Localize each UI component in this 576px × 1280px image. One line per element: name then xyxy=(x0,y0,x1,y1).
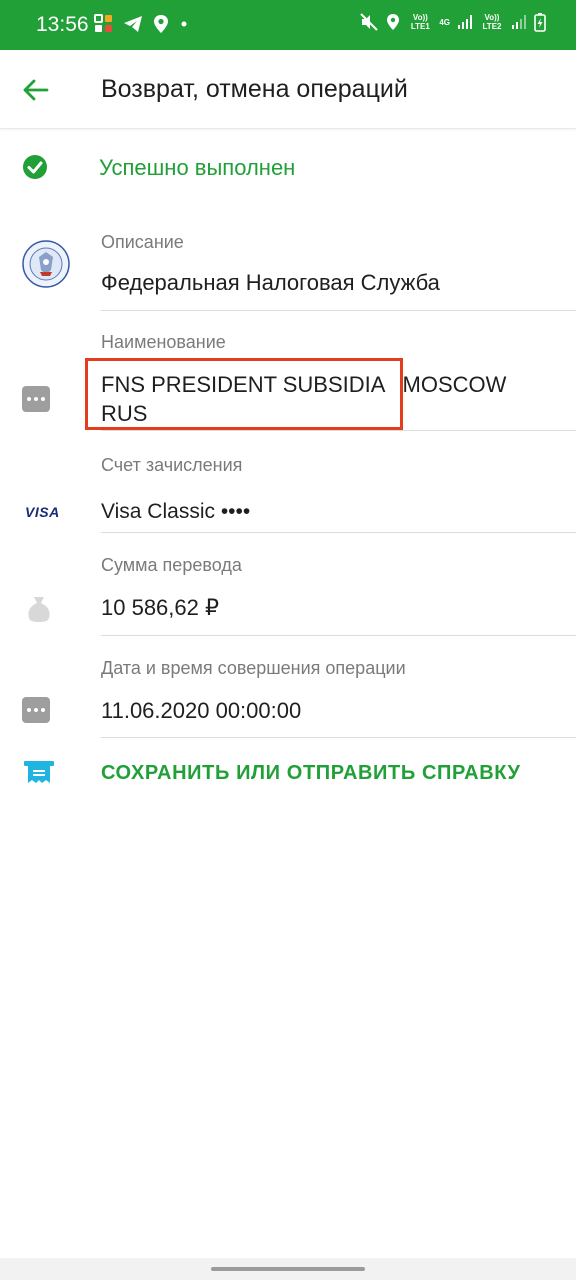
field-description: Описание Федеральная Налоговая Служба xyxy=(0,226,576,312)
field-value: Федеральная Налоговая Служба xyxy=(101,270,440,295)
lte1-label: Vo)) LTE1 xyxy=(410,13,430,31)
page-title: Возврат, отмена операций xyxy=(101,75,408,103)
signal-icon xyxy=(512,15,526,29)
divider xyxy=(101,635,576,636)
field-value: 10 586,62 ₽ xyxy=(101,595,219,620)
save-or-send-receipt-button[interactable]: СОХРАНИТЬ ИЛИ ОТПРАВИТЬ СПРАВКУ xyxy=(0,752,576,796)
notification-icons xyxy=(94,14,189,34)
mute-icon xyxy=(360,13,379,31)
receipt-icon xyxy=(24,761,54,783)
money-bag-icon xyxy=(26,595,52,628)
field-label: Сумма перевода xyxy=(101,555,242,575)
field-amount: Сумма перевода 10 586,62 ₽ xyxy=(0,553,576,637)
dots-icon xyxy=(22,697,50,723)
divider xyxy=(101,737,576,738)
check-circle-icon xyxy=(23,155,47,179)
status-bar: 13:56 Vo)) LTE1 4G Vo)) LTE2 xyxy=(0,0,576,50)
divider xyxy=(101,430,576,431)
app-bar: Возврат, отмена операций xyxy=(0,50,576,129)
arrow-left-icon xyxy=(23,79,49,101)
4g-label: 4G xyxy=(439,17,450,27)
status-time: 13:56 xyxy=(36,13,89,36)
save-or-send-receipt-label: СОХРАНИТЬ ИЛИ ОТПРАВИТЬ СПРАВКУ xyxy=(101,762,521,784)
status-text: Успешно выполнен xyxy=(99,155,296,180)
location-pin-icon xyxy=(154,15,168,33)
system-nav-bar xyxy=(0,1258,576,1280)
field-value: Visa Classic •••• xyxy=(101,500,251,523)
operation-status: Успешно выполнен xyxy=(0,140,576,196)
highlight-box xyxy=(85,358,403,430)
location-icon xyxy=(387,14,400,30)
field-value: 11.06.2020 00:00:00 xyxy=(101,698,302,723)
field-label: Дата и время совершения операции xyxy=(101,658,406,678)
battery-charging-icon xyxy=(534,13,546,32)
visa-logo-text: VISA xyxy=(25,504,60,520)
home-gesture-handle[interactable] xyxy=(211,1267,365,1271)
field-datetime: Дата и время совершения операции 11.06.2… xyxy=(0,656,576,740)
app-grid-icon xyxy=(94,14,112,32)
system-icons: Vo)) LTE1 4G Vo)) LTE2 xyxy=(360,12,546,32)
dot-icon xyxy=(181,21,187,27)
visa-logo-icon: VISA xyxy=(25,504,60,522)
telegram-icon xyxy=(124,16,142,32)
field-label: Наименование xyxy=(101,332,226,352)
fns-emblem-icon xyxy=(22,240,70,293)
signal-icon xyxy=(458,15,472,29)
field-account: VISA Счет зачисления Visa Classic •••• xyxy=(0,452,576,534)
back-button[interactable] xyxy=(20,72,60,108)
divider xyxy=(101,310,576,311)
field-label: Описание xyxy=(101,232,184,252)
field-label: Счет зачисления xyxy=(101,455,243,475)
dots-icon xyxy=(22,386,50,412)
divider xyxy=(101,532,576,533)
lte2-label: Vo)) LTE2 xyxy=(482,13,502,31)
